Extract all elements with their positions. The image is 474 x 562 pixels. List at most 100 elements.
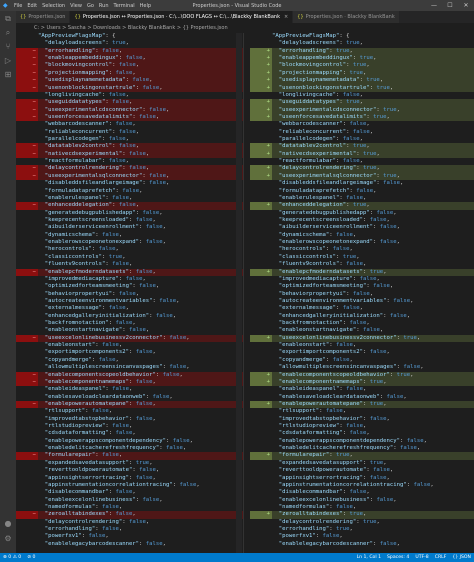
code-line[interactable]: "externalmessage": false, [16, 305, 243, 312]
menu-item-file[interactable]: File [14, 3, 22, 9]
menu-item-help[interactable]: Help [140, 3, 151, 9]
code-line[interactable]: − "datatablev2control": false, [16, 143, 243, 151]
editor-tab[interactable]: {} Properties.json · Blackky BlankBank [293, 11, 400, 23]
code-line[interactable]: "longlivingcache": false, [250, 92, 474, 99]
code-line[interactable]: "aibuilderserviceenrollment": false, [16, 224, 243, 231]
code-line[interactable]: "herocontrols": false, [250, 246, 474, 253]
code-line[interactable]: "aibuilderserviceenrollment": false, [250, 224, 474, 231]
status-item[interactable]: ⊘ 0 [27, 555, 35, 560]
code-line[interactable]: + "delaycontrolrendering": true, [250, 165, 474, 173]
code-line[interactable]: − "blockmovingcontrol": false, [16, 62, 243, 70]
code-line[interactable]: "autocreateenvironmentvariables": false, [250, 298, 474, 305]
code-line[interactable]: "appinstrumentationcorrelationtracing": … [250, 482, 474, 489]
minimize-icon[interactable]: — [426, 0, 442, 11]
code-line[interactable]: + "useexperimentalcdsconnector": true, [250, 106, 474, 114]
code-line[interactable]: − "projectionmapping": false, [16, 69, 243, 78]
code-line[interactable]: "expandedsavedatasupport": true, [250, 460, 474, 467]
status-item[interactable]: ⊗ 0 ⚠ 0 [3, 555, 21, 560]
menu-item-go[interactable]: Go [87, 3, 94, 9]
code-line[interactable]: "formuladataprefetch": false, [16, 188, 243, 195]
code-line[interactable]: "powerfxv1": false, [16, 533, 243, 540]
code-line[interactable]: "dynamicschema": false, [16, 232, 243, 239]
code-line[interactable]: "improvedmediacapture": false, [16, 276, 243, 283]
code-line[interactable]: − "useexcelonlinebusinessv2connector": f… [16, 334, 243, 343]
code-line[interactable]: + "enablepcfmoderndatasets": true, [250, 268, 474, 276]
code-line[interactable]: "classiccontrols": true, [16, 254, 243, 261]
code-line[interactable]: "reactformulabar": false, [16, 158, 243, 165]
code-line[interactable]: + "enableappembeddingux": true, [250, 55, 474, 63]
code-line[interactable]: − "enablecomponentnamemaps": false, [16, 378, 243, 387]
search-icon[interactable]: ⌕ [0, 27, 16, 39]
code-line[interactable]: "formuladataprefetch": false, [250, 188, 474, 195]
code-line[interactable]: + "projectionmapping": true, [250, 69, 474, 78]
code-line[interactable]: "enhancedgalleryinitialization": false, [250, 313, 474, 320]
code-line[interactable]: "errorhandling": false, [16, 526, 243, 533]
code-line[interactable]: "rtlsupport": false, [250, 408, 474, 415]
source-control-icon[interactable]: ⑂ [0, 41, 16, 53]
code-line[interactable]: "AppPreviewFlagsMap": { [250, 33, 474, 40]
code-line[interactable]: − "delaycontrolrendering": false, [16, 165, 243, 173]
code-line[interactable]: "delayloadscreens": true, [16, 40, 243, 47]
maximize-icon[interactable]: ☐ [442, 0, 458, 11]
code-line[interactable]: "expandedsavedatasupport": true, [16, 460, 243, 467]
code-line[interactable]: + "useguiddatatypes": true, [250, 99, 474, 107]
editor-tab[interactable]: {} Properties.json ↔ Properties.json · C:… [70, 11, 294, 23]
code-line[interactable]: + "useenforcesavedatalimits": true, [250, 113, 474, 122]
menu-item-selection[interactable]: Selection [42, 3, 65, 9]
code-line[interactable]: "delaycontrolrendering": false, [16, 519, 243, 526]
code-line[interactable]: − "errorhandling": false, [16, 47, 243, 56]
code-line[interactable]: "copyandmerge": false, [16, 357, 243, 364]
menu-item-view[interactable]: View [70, 3, 82, 9]
status-item[interactable]: Ln 1, Col 1 [357, 555, 381, 560]
status-item[interactable]: Spaces: 4 [387, 555, 409, 560]
code-line[interactable]: "enablerulespanel": false, [16, 195, 243, 202]
code-line[interactable]: "errorhandling": true, [250, 526, 474, 533]
code-line[interactable]: "allowmultiplescreensincanvaspages": fal… [250, 364, 474, 371]
code-line[interactable]: "generatedebugpublishedapp": false, [250, 210, 474, 217]
code-line[interactable]: "enableexcelonlinebusiness": false, [250, 497, 474, 504]
code-line[interactable]: − "useexperimentalsqlconnector": false, [16, 172, 243, 181]
code-line[interactable]: − "enhanceddelegation": false, [16, 202, 243, 210]
code-line[interactable]: "keeprecentscreensloaded": false, [16, 217, 243, 224]
code-line[interactable]: "disableddsfileandlargeimage": false, [250, 180, 474, 187]
code-line[interactable]: "enableonstart": false, [16, 342, 243, 349]
menu-item-run[interactable]: Run [99, 3, 109, 9]
code-line[interactable]: "appinsightserrortracing": false, [16, 475, 243, 482]
diff-original-pane[interactable]: "AppPreviewFlagsMap": { "delayloadscreen… [16, 33, 243, 553]
account-icon[interactable]: ● [0, 518, 16, 530]
code-line[interactable]: − "useenforcesavedatalimits": false, [16, 113, 243, 122]
run-debug-icon[interactable]: ▷ [0, 55, 16, 67]
code-line[interactable]: "enabledelitcacherefreshfrequency": fals… [250, 445, 474, 452]
code-line[interactable]: − "enablecomponentscopeoldbehavior": fal… [16, 371, 243, 379]
status-item[interactable]: UTF-8 [415, 555, 428, 560]
menu-item-terminal[interactable]: Terminal [114, 3, 135, 9]
code-line[interactable]: "namedformulas": false, [16, 504, 243, 511]
code-line[interactable]: "rtlstudiopreview": false, [16, 423, 243, 430]
code-line[interactable]: "disableddsfileandlargeimage": false, [16, 180, 243, 187]
code-line[interactable]: "exportimportcomponents2": false, [250, 349, 474, 356]
code-line[interactable]: "behaviorpropertyui": false, [16, 291, 243, 298]
code-line[interactable]: "disablecommandbar": false, [16, 489, 243, 496]
code-line[interactable]: "longlivingcache": false, [16, 92, 243, 99]
code-line[interactable]: "backfromnotaction": false, [16, 320, 243, 327]
code-line[interactable]: "AppPreviewFlagsMap": { [16, 33, 243, 40]
code-line[interactable]: "enhancedgalleryinitialization": false, [16, 313, 243, 320]
code-line[interactable]: "disablecommandbar": false, [250, 489, 474, 496]
code-line[interactable]: "cdsdataformatting": false, [16, 430, 243, 437]
code-line[interactable]: − "enablepowerautomatepane": false, [16, 400, 243, 409]
code-line[interactable]: "appinsightserrortracing": false, [250, 475, 474, 482]
code-line[interactable]: "generatedebugpublishedapp": false, [16, 210, 243, 217]
code-line[interactable]: "improvedtabstopbehavior": false, [16, 416, 243, 423]
code-line[interactable]: "reactformulabar": false, [250, 158, 474, 165]
code-line[interactable]: "enablelegacybarcodescanner": false, [16, 541, 243, 548]
extensions-icon[interactable]: ⊞ [0, 69, 16, 81]
code-line[interactable]: − "formularepair": false, [16, 452, 243, 460]
status-item[interactable]: CRLF [435, 555, 447, 560]
code-line[interactable]: "enableideaspanel": false, [250, 386, 474, 393]
code-line[interactable]: "namedformulas": false, [250, 504, 474, 511]
code-line[interactable]: "webbarcodescanner": false, [250, 121, 474, 128]
code-line[interactable]: − "zeroalltabindexes": false, [16, 511, 243, 519]
code-line[interactable]: "rtlstudiopreview": false, [250, 423, 474, 430]
code-line[interactable]: "optimizedforteamsmeeting": false, [250, 283, 474, 290]
code-line[interactable]: "enableexcelonlinebusiness": false, [16, 497, 243, 504]
